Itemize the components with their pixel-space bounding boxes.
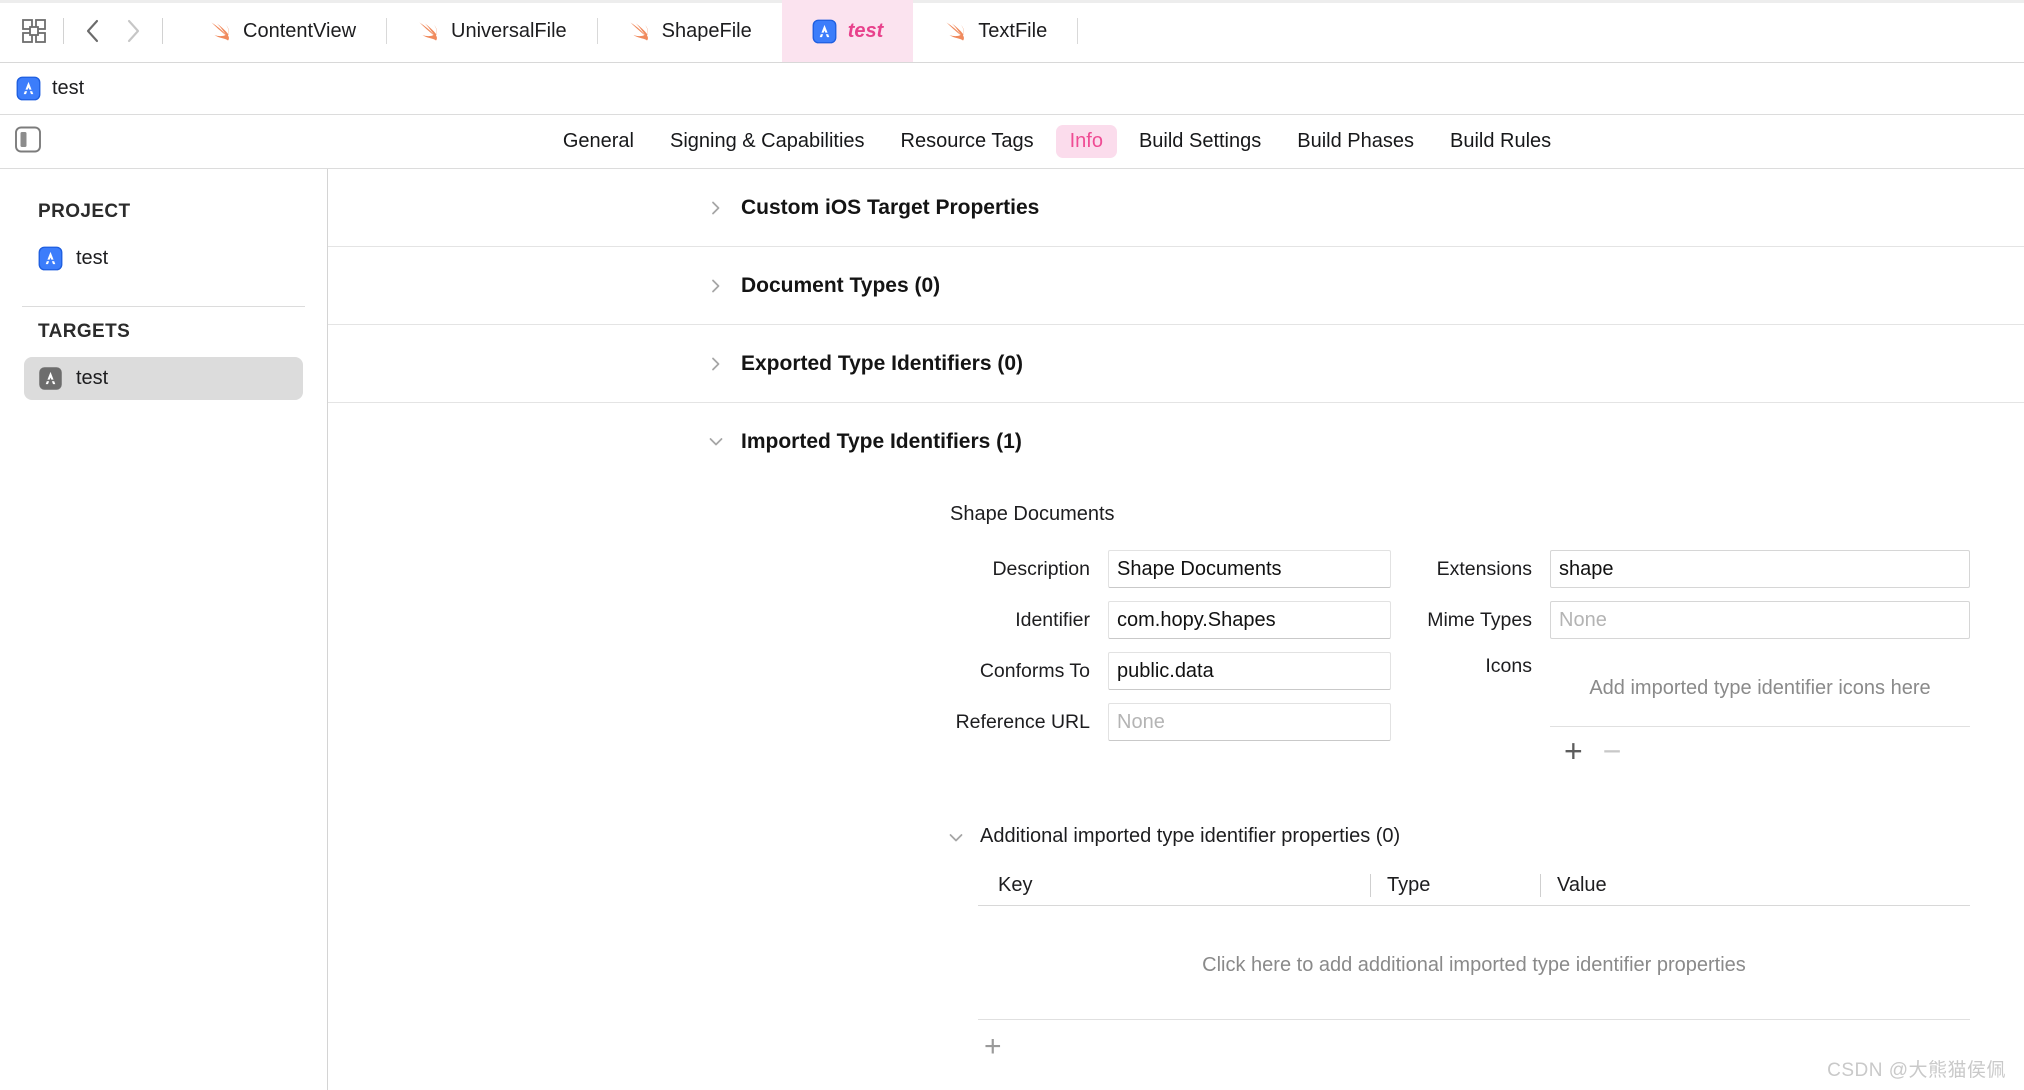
- breadcrumb-label[interactable]: test: [52, 77, 84, 100]
- field-row-conforms-to: Conforms To: [328, 652, 1391, 690]
- mime-types-input[interactable]: [1550, 601, 1970, 639]
- chevron-down-icon[interactable]: [708, 434, 724, 450]
- additional-properties-block: Additional imported type identifier prop…: [328, 825, 2024, 1064]
- targets-section-header: TARGETS: [38, 321, 131, 342]
- section-document-types[interactable]: Document Types (0): [328, 247, 2024, 325]
- tab-resource-tags[interactable]: Resource Tags: [887, 125, 1048, 158]
- tab-universalfile[interactable]: UniversalFile: [386, 0, 597, 62]
- chevron-right-icon[interactable]: [113, 11, 153, 51]
- imported-type-identifier-detail: Shape Documents Description Identifier C…: [328, 481, 2024, 1064]
- section-title: Imported Type Identifiers (1): [741, 430, 1022, 453]
- column-header-value[interactable]: Value: [1540, 874, 1970, 897]
- app-icon: [812, 19, 837, 44]
- section-title: Document Types (0): [741, 273, 941, 297]
- sidebar-item-target-test[interactable]: test: [24, 357, 303, 400]
- additional-properties-header[interactable]: Additional imported type identifier prop…: [948, 825, 1970, 848]
- column-header-key[interactable]: Key: [978, 874, 1370, 897]
- column-header-type[interactable]: Type: [1370, 874, 1540, 897]
- project-navigator-sidebar: PROJECT test TARGETS test: [0, 169, 328, 1090]
- imported-type-left-column: Description Identifier Conforms To Refer…: [328, 550, 1391, 754]
- watermark: CSDN @大熊猫侯佩: [1827, 1060, 2006, 1081]
- field-label: Reference URL: [955, 710, 1090, 733]
- add-property-button[interactable]: +: [978, 1020, 1970, 1064]
- imported-type-group-title: Shape Documents: [950, 503, 1115, 525]
- extensions-input[interactable]: [1550, 550, 1970, 588]
- sidebar-item-label: test: [76, 367, 109, 389]
- icons-dropzone[interactable]: Add imported type identifier icons here …: [1550, 655, 1970, 767]
- tab-build-phases[interactable]: Build Phases: [1283, 125, 1428, 158]
- section-exported-type-identifiers[interactable]: Exported Type Identifiers (0): [328, 325, 2024, 403]
- field-row-identifier: Identifier: [328, 601, 1391, 639]
- app-icon-gray: [38, 366, 63, 391]
- sidebar-toggle-icon[interactable]: [14, 124, 42, 159]
- tab-info[interactable]: Info: [1055, 125, 1117, 158]
- field-row-reference-url: Reference URL: [328, 703, 1391, 741]
- toolbar-divider: [63, 18, 64, 44]
- tab-contentview[interactable]: ContentView: [178, 0, 386, 62]
- icons-add-remove-controls: + −: [1550, 727, 1970, 767]
- sidebar-item-project-test[interactable]: test: [24, 237, 303, 280]
- tab-label: ContentView: [243, 19, 357, 42]
- app-icon: [16, 76, 41, 101]
- tab-test[interactable]: test: [781, 0, 914, 62]
- tab-build-settings[interactable]: Build Settings: [1125, 125, 1275, 158]
- imported-type-right-column: Extensions Mime Types Icons Add imported…: [1328, 550, 2024, 767]
- additional-properties-table: Key Type Value Click here to add additio…: [978, 874, 1970, 1064]
- project-editor-tab-list: General Signing & Capabilities Resource …: [459, 125, 1565, 158]
- imported-type-columns: Description Identifier Conforms To Refer…: [328, 550, 2024, 767]
- field-label: Identifier: [1015, 608, 1090, 631]
- field-label: Conforms To: [979, 659, 1090, 682]
- grid-icon[interactable]: [14, 11, 54, 51]
- icons-hint-text: Add imported type identifier icons here: [1589, 677, 1931, 699]
- icons-row: Icons Add imported type identifier icons…: [1328, 655, 1970, 767]
- tab-label: ShapeFile: [661, 19, 752, 42]
- field-row-description: Description: [328, 550, 1391, 588]
- swift-icon: [943, 19, 967, 43]
- tab-label: TextFile: [978, 19, 1048, 42]
- additional-properties-title: Additional imported type identifier prop…: [980, 825, 1401, 847]
- app-icon-blue: [38, 246, 63, 271]
- field-label: Description: [992, 557, 1090, 580]
- project-section-header: PROJECT: [38, 201, 131, 222]
- breadcrumb: test: [0, 63, 2024, 115]
- chevron-left-icon[interactable]: [73, 11, 113, 51]
- chevron-right-icon[interactable]: [708, 200, 724, 216]
- section-title: Exported Type Identifiers (0): [741, 351, 1023, 375]
- field-label: Mime Types: [1427, 608, 1532, 631]
- tab-build-rules[interactable]: Build Rules: [1436, 125, 1565, 158]
- swift-icon: [416, 19, 440, 43]
- sidebar-item-label: test: [76, 247, 109, 269]
- tab-shapefile[interactable]: ShapeFile: [597, 0, 782, 62]
- chevron-down-icon[interactable]: [948, 829, 964, 845]
- project-editor-tabs: General Signing & Capabilities Resource …: [0, 115, 2024, 169]
- chevron-right-icon[interactable]: [708, 278, 724, 294]
- toolbar-divider-2: [162, 18, 163, 44]
- tab-general[interactable]: General: [549, 125, 648, 158]
- section-title: Custom iOS Target Properties: [741, 195, 1040, 219]
- editor-tab-bar: ContentView UniversalFile ShapeFile test: [0, 0, 2024, 63]
- tab-bar-end-divider: [1077, 18, 1079, 44]
- chevron-right-icon[interactable]: [708, 356, 724, 372]
- info-pane: Custom iOS Target Properties Document Ty…: [328, 169, 2024, 1090]
- toolbar-nav-controls: [0, 0, 178, 62]
- table-header-row: Key Type Value: [978, 874, 1970, 906]
- field-row-extensions: Extensions: [1328, 550, 1970, 588]
- tab-textfile[interactable]: TextFile: [913, 0, 1077, 62]
- add-icon-button[interactable]: +: [1564, 735, 1583, 767]
- field-label: Extensions: [1436, 557, 1532, 580]
- tab-label: UniversalFile: [451, 19, 567, 42]
- editor-body: PROJECT test TARGETS test Custom iOS Tar…: [0, 169, 2024, 1090]
- swift-icon: [208, 19, 232, 43]
- section-imported-type-identifiers[interactable]: Imported Type Identifiers (1): [328, 403, 2024, 481]
- table-empty-state[interactable]: Click here to add additional imported ty…: [978, 906, 1970, 1020]
- field-row-mime-types: Mime Types: [1328, 601, 1970, 639]
- tab-label: test: [847, 19, 884, 42]
- remove-icon-button[interactable]: −: [1603, 735, 1622, 767]
- swift-icon: [627, 19, 651, 43]
- section-custom-ios-target-properties[interactable]: Custom iOS Target Properties: [328, 169, 2024, 247]
- tab-signing-capabilities[interactable]: Signing & Capabilities: [656, 125, 879, 158]
- icons-label: Icons: [1485, 655, 1532, 677]
